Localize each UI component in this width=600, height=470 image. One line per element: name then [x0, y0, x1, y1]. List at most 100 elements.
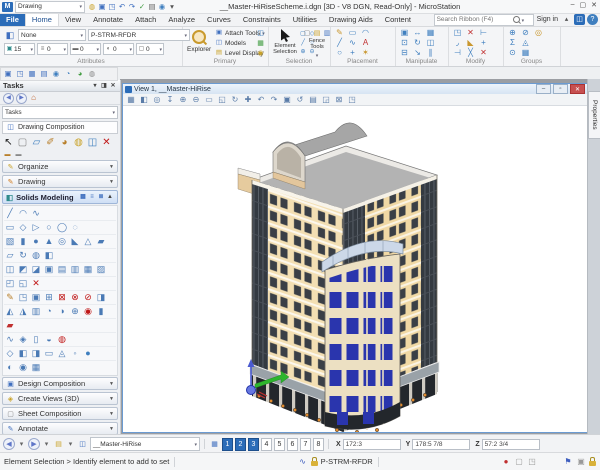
place-ellipse-icon[interactable]: ◯ — [56, 222, 68, 234]
pattern-area-icon[interactable]: ✶ — [360, 48, 371, 58]
trim-icon[interactable]: ⊣ — [452, 48, 463, 58]
zoom-in-icon[interactable]: ⊕ — [177, 94, 189, 105]
tab-view[interactable]: View — [59, 13, 87, 26]
about-3-icon[interactable]: ◕ — [74, 69, 86, 79]
taper-solid-icon[interactable]: ▦ — [82, 264, 94, 276]
stretch-icon[interactable]: ↘ — [412, 48, 423, 58]
brush-tool-icon[interactable]: ✐ — [44, 136, 57, 150]
red-shell-icon[interactable]: ◍ — [56, 334, 68, 346]
hole-feature-icon[interactable]: ⊕ — [69, 306, 81, 318]
print-icon[interactable]: ▤ — [147, 2, 157, 12]
facet-g-icon[interactable]: ● — [82, 348, 94, 360]
back-icon[interactable]: ◀ — [3, 93, 14, 104]
edit-face-icon[interactable]: ◳ — [17, 292, 29, 304]
fence-tool-icon[interactable]: ▢ — [16, 136, 29, 150]
place-block-icon[interactable]: ▭ — [4, 222, 16, 234]
solid-by-face-icon[interactable]: ◰ — [4, 278, 16, 290]
slab2-icon[interactable]: ▯ — [30, 334, 42, 346]
forward-icon[interactable]: ▶ — [16, 93, 27, 104]
z-coordinate-field[interactable] — [482, 439, 540, 450]
facet-f-icon[interactable]: ◦ — [69, 348, 81, 360]
facet-b-icon[interactable]: ◧ — [17, 348, 29, 360]
connect-center-icon[interactable]: ◫ — [574, 14, 585, 25]
reference-icon[interactable]: ◫ — [256, 29, 265, 38]
active-level-combo[interactable]: P-STRM-RFDR — [88, 29, 190, 41]
place-point-icon[interactable]: + — [347, 48, 358, 58]
zoom-out-icon[interactable]: ⊖ — [190, 94, 202, 105]
auto-hide-pin-icon[interactable]: ◨ — [100, 82, 108, 90]
grid-view-icon[interactable]: ▦ — [79, 193, 87, 201]
active-color-icon[interactable]: ▣ — [6, 45, 13, 53]
chamfer-icon[interactable]: ◣ — [465, 38, 476, 48]
insert-vertex-icon[interactable]: + — [478, 38, 489, 48]
view-toggle-1[interactable]: 1 — [222, 438, 233, 451]
modify-feature-icon[interactable]: ▰ — [4, 320, 16, 332]
save-icon[interactable]: ▣ — [97, 2, 107, 12]
revolve-icon[interactable]: ↻ — [17, 250, 29, 262]
view-title-bar[interactable]: View 1, __Master-HiRise – ▫ ✕ — [123, 84, 587, 94]
rotate-view-icon[interactable]: ↻ — [229, 94, 241, 105]
copy-view-icon[interactable]: ▣ — [281, 94, 293, 105]
minimize-button[interactable]: – — [571, 1, 575, 9]
selection-arrow-icon[interactable]: ↖ — [2, 136, 15, 150]
section-drawing[interactable]: ✎ Drawing ▼ — [2, 175, 118, 188]
status-lock-icon[interactable] — [589, 461, 596, 466]
place-arc-icon[interactable]: ◠ — [360, 28, 371, 38]
union-icon[interactable]: ◫ — [4, 264, 16, 276]
fillet-icon[interactable]: ◞ — [452, 38, 463, 48]
forward-icon[interactable]: ▶ — [28, 438, 40, 450]
section-create-views-3d[interactable]: ◈ Create Views (3D) ▼ — [2, 392, 118, 405]
quick-group-icon[interactable]: ▦ — [520, 48, 531, 58]
tab-utilities[interactable]: Utilities — [287, 13, 323, 26]
intersect-icon[interactable]: ◩ — [17, 264, 29, 276]
panel-menu-icon[interactable]: ▾ — [91, 82, 99, 90]
clipboard-copy-icon[interactable]: ▤ — [312, 29, 322, 38]
section-solids-modeling[interactable]: ◧ Solids Modeling ▦≡≣▲ — [2, 190, 118, 204]
bulb-tool-icon[interactable]: ◍ — [72, 136, 85, 150]
draw-bspline-icon[interactable]: ∿ — [30, 208, 42, 220]
line-weight-icon[interactable]: ▬ — [72, 45, 79, 53]
palette-tool-icon[interactable]: ◕ — [58, 136, 71, 150]
wedge-icon[interactable]: ◣ — [69, 236, 81, 248]
offset-face-icon[interactable]: ⊞ — [43, 292, 55, 304]
mesh-b-icon[interactable]: ◉ — [17, 362, 29, 374]
chamfer-solid-icon[interactable]: ▥ — [69, 264, 81, 276]
line-weight-combo[interactable]: ▬0 — [70, 43, 101, 55]
tab-curves[interactable]: Curves — [201, 13, 237, 26]
view-next-icon[interactable]: ↷ — [268, 94, 280, 105]
thicken-icon[interactable]: ◧ — [43, 250, 55, 262]
tab-home[interactable]: Home — [25, 13, 59, 26]
move-icon[interactable]: ↔ — [412, 28, 423, 38]
copy-icon[interactable]: ▣ — [399, 28, 410, 38]
presentation-icon[interactable]: ◎ — [151, 94, 163, 105]
delete-feature-icon[interactable]: ◉ — [82, 306, 94, 318]
list-view-icon[interactable]: ≡ — [88, 193, 96, 201]
place-text-icon[interactable]: A — [360, 38, 371, 48]
search-input[interactable] — [437, 16, 511, 24]
graphic-group-lock-icon[interactable]: ◬ — [520, 38, 531, 48]
modify-solid-icon[interactable]: ✎ — [4, 292, 16, 304]
linear-solid-icon[interactable]: ▱ — [4, 250, 16, 262]
view-close-button[interactable]: ✕ — [570, 84, 585, 94]
y-coordinate-field[interactable] — [412, 439, 470, 450]
named-group-icon[interactable]: ⊙ — [507, 48, 518, 58]
tab-attach[interactable]: Attach — [129, 13, 162, 26]
update-view-icon[interactable]: ↺ — [294, 94, 306, 105]
close-panel-icon[interactable]: ✕ — [109, 82, 117, 90]
view-minimize-button[interactable]: – — [536, 84, 551, 94]
chevron-down-icon[interactable] — [522, 15, 525, 24]
place-triangle-icon[interactable]: ▷ — [30, 222, 42, 234]
cut-solid-icon[interactable]: ▣ — [43, 264, 55, 276]
tab-constraints[interactable]: Constraints — [237, 13, 287, 26]
building-model[interactable] — [123, 106, 587, 432]
rotate-icon[interactable]: ↻ — [412, 38, 423, 48]
place-curve-icon[interactable]: ∿ — [347, 38, 358, 48]
search-icon[interactable] — [513, 16, 520, 23]
back-menu-icon[interactable]: ▾ — [16, 439, 27, 450]
extend-icon[interactable]: ⊢ — [478, 28, 489, 38]
task-item-drawing-composition[interactable]: ◫ Drawing Composition — [2, 121, 118, 134]
sphere-icon[interactable]: ● — [30, 236, 42, 248]
tab-drawing-aids[interactable]: Drawing Aids — [323, 13, 379, 26]
extrude-icon[interactable]: ▰ — [95, 236, 107, 248]
about-4-icon[interactable]: ◍ — [86, 69, 98, 79]
